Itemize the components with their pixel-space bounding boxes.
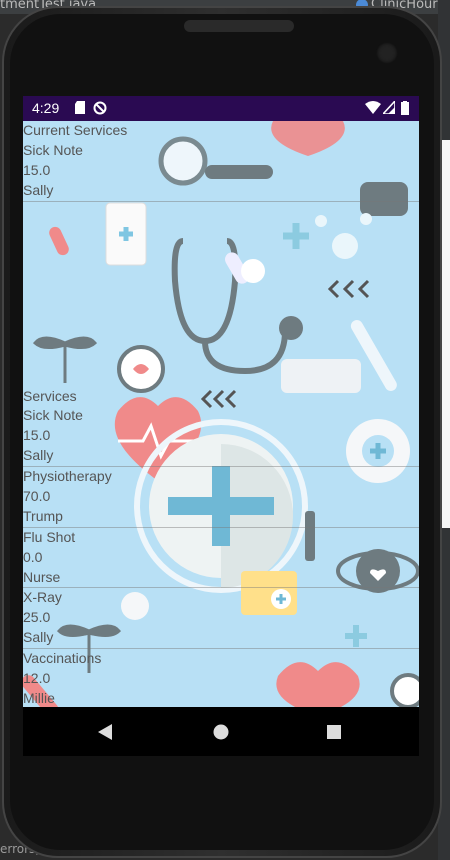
- status-bar: 4:29: [23, 96, 419, 121]
- front-camera: [376, 42, 398, 64]
- recents-button[interactable]: [304, 707, 364, 756]
- signal-icon: [383, 101, 395, 114]
- service-name: Sick Note: [23, 141, 83, 158]
- status-time: 4:29: [32, 100, 60, 116]
- no-sync-icon: [93, 101, 107, 115]
- device-screen: 4:29 Current Services Sick Note 15.0 Sal…: [23, 96, 419, 756]
- current-services-section: Current Services Sick Note 15.0 Sally: [23, 121, 419, 202]
- service-name: Sick Note: [23, 407, 83, 424]
- service-name: X-Ray: [23, 589, 62, 606]
- service-price: 15.0: [23, 427, 51, 444]
- list-item[interactable]: Flu Shot 0.0 Nurse: [23, 528, 419, 588]
- battery-icon: [401, 101, 409, 115]
- services-section: Services Sick Note 15.0 Sally Physiother…: [23, 387, 419, 707]
- app-content: Current Services Sick Note 15.0 Sally Se…: [23, 121, 419, 707]
- home-icon: [213, 724, 229, 739]
- list-item[interactable]: Physiotherapy 70.0 Trump: [23, 467, 419, 527]
- wifi-icon: [365, 101, 381, 114]
- home-button[interactable]: [191, 707, 251, 756]
- speaker-grille: [184, 20, 294, 32]
- service-price: 15.0: [23, 161, 51, 178]
- navigation-bar: [23, 707, 419, 756]
- list-item[interactable]: Vaccinations 12.0 Millie: [23, 649, 419, 707]
- service-name: Vaccinations: [23, 650, 102, 667]
- list-item[interactable]: X-Ray 25.0 Sally: [23, 588, 419, 648]
- back-icon: [98, 723, 112, 740]
- sd-card-icon: [75, 101, 85, 114]
- service-name: Physiotherapy: [23, 468, 112, 485]
- service-provider: Sally: [23, 447, 54, 464]
- list-item[interactable]: Sick Note 15.0 Sally: [23, 406, 419, 466]
- service-provider: Sally: [23, 181, 54, 198]
- service-price: 0.0: [23, 548, 43, 565]
- service-provider: Sally: [23, 629, 54, 646]
- service-price: 70.0: [23, 488, 51, 505]
- service-provider: Millie: [23, 689, 55, 706]
- list-item[interactable]: Sick Note 15.0 Sally: [23, 141, 419, 201]
- services-header: Services: [23, 387, 77, 404]
- service-name: Flu Shot: [23, 528, 76, 545]
- back-button[interactable]: [75, 707, 135, 756]
- recents-icon: [327, 724, 341, 739]
- services-list: Current Services Sick Note 15.0 Sally Se…: [23, 121, 419, 707]
- service-provider: Nurse: [23, 568, 61, 585]
- service-price: 25.0: [23, 609, 51, 626]
- service-price: 12.0: [23, 670, 51, 687]
- current-services-header: Current Services: [23, 122, 128, 138]
- service-provider: Trump: [23, 507, 63, 524]
